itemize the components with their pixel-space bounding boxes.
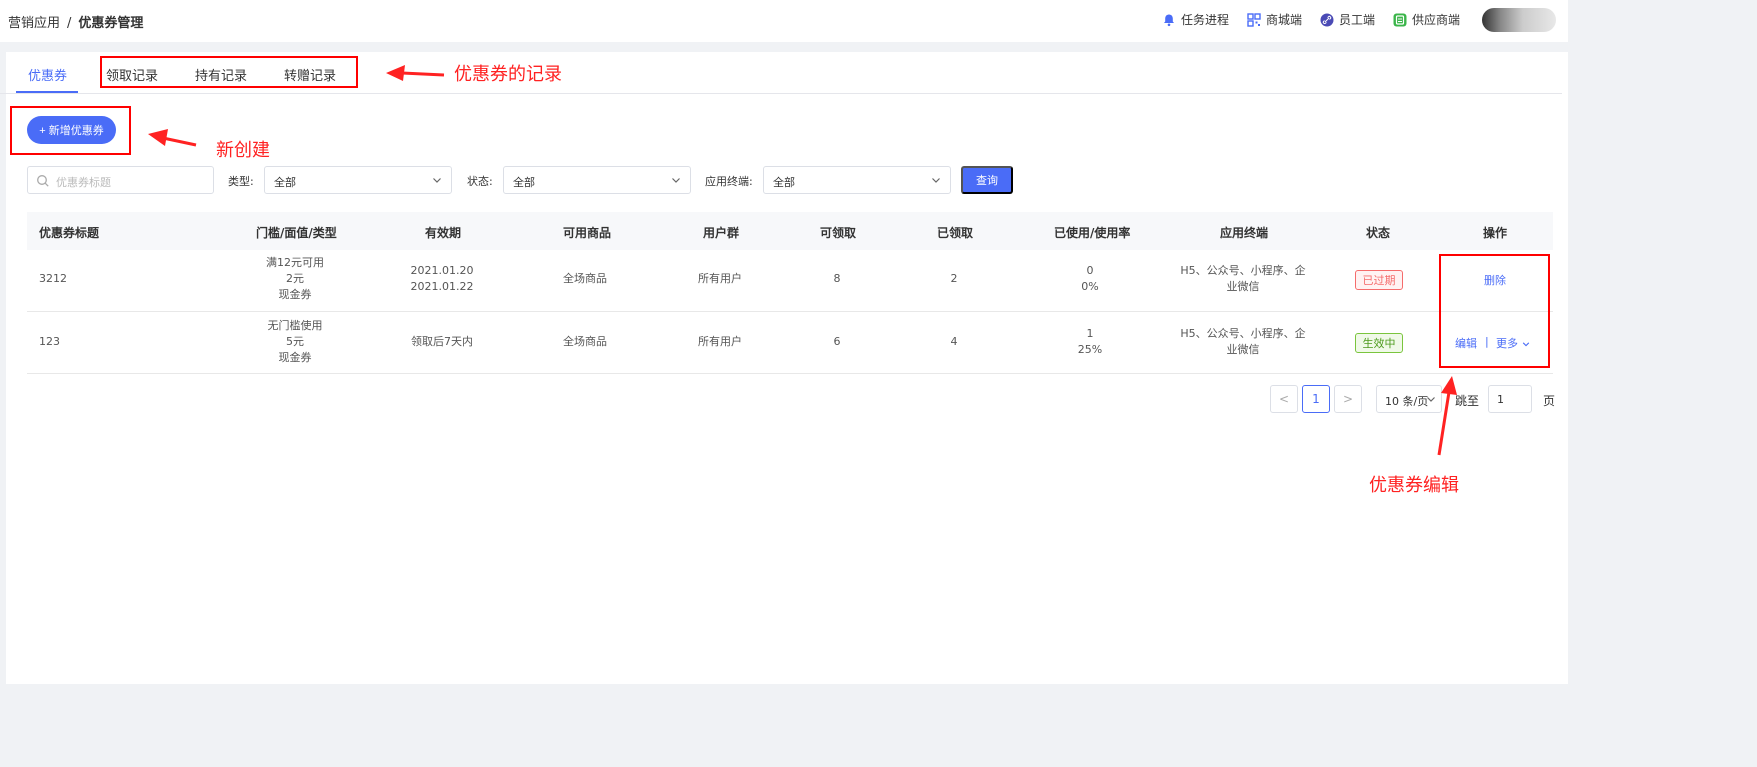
create-arrow-head [148, 129, 168, 146]
edit-arrow-head [1441, 376, 1457, 395]
edit-annotation: 优惠券编辑 [1369, 475, 1459, 496]
annotation-arrows [148, 65, 1457, 456]
records-arrow-head [386, 65, 405, 81]
create-annotation: 新创建 [216, 140, 270, 161]
create-arrow [162, 136, 197, 147]
records-annotation: 优惠券的记录 [454, 64, 562, 85]
edit-arrow [1437, 391, 1451, 456]
records-arrow [401, 71, 445, 77]
